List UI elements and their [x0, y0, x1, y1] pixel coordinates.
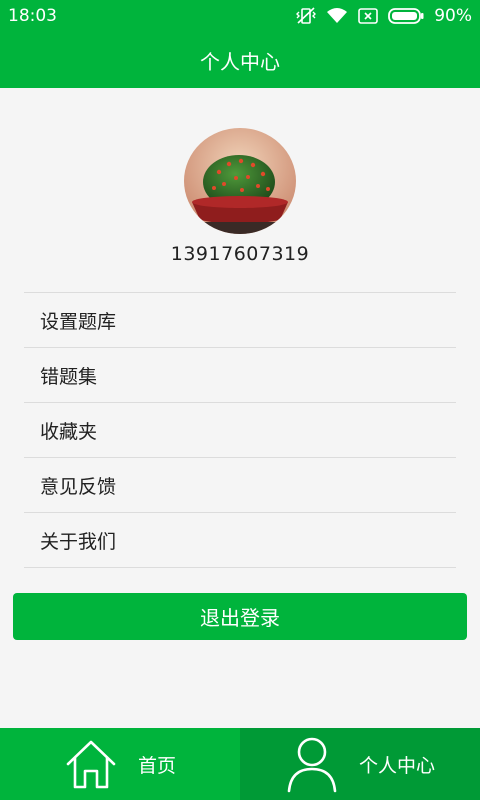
status-icons: 90%	[296, 6, 472, 26]
menu-item-label: 错题集	[40, 365, 98, 388]
menu-item-label: 收藏夹	[40, 420, 98, 443]
page-title: 个人中心	[200, 49, 280, 74]
tab-profile-label: 个人中心	[358, 754, 435, 777]
menu-item-wrong-questions[interactable]: 错题集	[24, 348, 456, 403]
avatar[interactable]	[184, 128, 296, 234]
vibrate-icon	[296, 7, 317, 24]
tab-profile[interactable]: 个人中心	[240, 728, 480, 800]
menu-item-label: 意见反馈	[40, 475, 117, 498]
logout-button[interactable]: 退出登录	[13, 593, 467, 640]
tab-home-label: 首页	[137, 754, 176, 777]
header: 个人中心	[0, 32, 480, 88]
status-time: 18:03	[8, 6, 57, 26]
tab-home[interactable]: 首页	[0, 728, 240, 800]
sim-icon	[358, 8, 379, 24]
menu-item-favorites[interactable]: 收藏夹	[24, 403, 456, 458]
bottom-tab-bar: 首页 个人中心	[0, 728, 480, 800]
battery-icon	[388, 8, 424, 24]
menu-list: 设置题库 错题集 收藏夹 意见反馈 关于我们	[24, 292, 456, 568]
cactus-avatar-image	[184, 128, 296, 234]
menu-item-label: 设置题库	[40, 310, 117, 333]
wifi-icon	[327, 8, 348, 23]
user-phone: 13917607319	[170, 243, 310, 265]
person-icon	[287, 737, 337, 793]
menu-item-feedback[interactable]: 意见反馈	[24, 458, 456, 513]
menu-item-question-bank[interactable]: 设置题库	[24, 293, 456, 348]
profile-content: 13917607319 设置题库 错题集 收藏夹 意见反馈 关于我们 退出登录	[0, 88, 480, 728]
home-icon	[66, 740, 116, 789]
battery-percent: 90%	[434, 6, 472, 26]
logout-label: 退出登录	[200, 606, 280, 630]
status-bar: 18:03 90%	[0, 0, 480, 32]
menu-item-about-us[interactable]: 关于我们	[24, 513, 456, 568]
menu-item-label: 关于我们	[40, 530, 117, 553]
